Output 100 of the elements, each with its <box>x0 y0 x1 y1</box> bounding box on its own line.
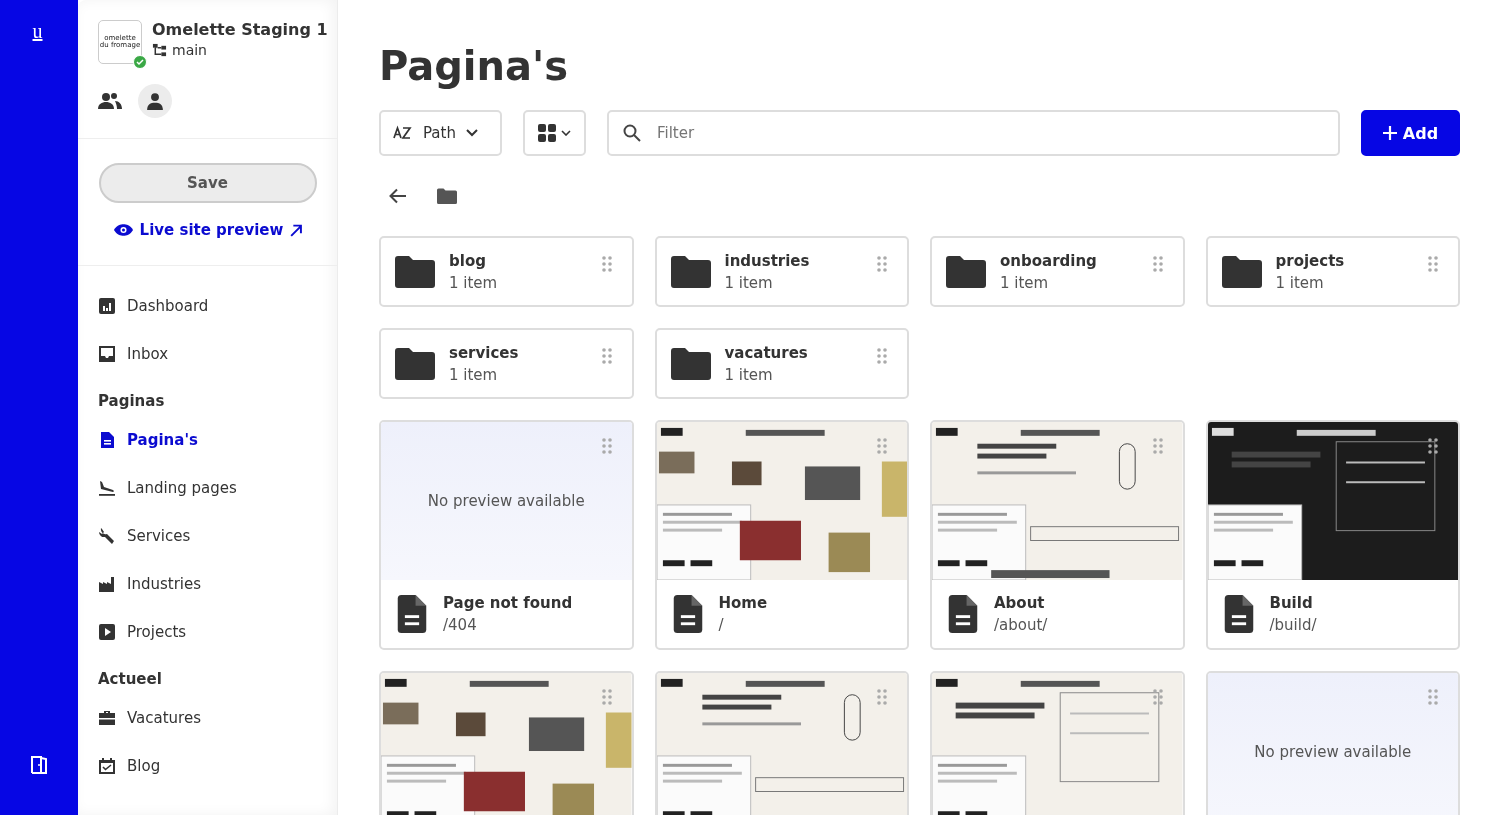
page-path: / <box>718 616 725 634</box>
folder-card[interactable]: vacatures 1 item <box>654 328 909 399</box>
nav-item[interactable]: Services <box>98 512 337 560</box>
folder-card[interactable]: projects 1 item <box>1205 236 1460 307</box>
page-path: /about/ <box>994 616 1048 634</box>
item-count: 1 item <box>449 365 499 384</box>
logo[interactable]: u <box>32 20 43 43</box>
folder-name: projects <box>1275 251 1345 270</box>
drag-handle-icon[interactable] <box>1152 689 1163 705</box>
drag-handle-icon[interactable] <box>1152 256 1163 272</box>
document-icon <box>1223 595 1254 633</box>
nav-icon <box>98 575 116 593</box>
chevron-down-icon <box>465 129 478 137</box>
site-name: Omelette Staging 1 <box>152 20 328 39</box>
nav-icon <box>98 297 116 315</box>
user-button[interactable] <box>138 84 172 118</box>
item-count: 1 item <box>1275 273 1325 292</box>
folder-icon <box>395 255 435 288</box>
nav-item[interactable]: Projects <box>98 608 337 656</box>
nav-icon <box>98 757 116 775</box>
folder-icon <box>946 255 986 288</box>
drag-handle-icon[interactable] <box>1428 438 1438 454</box>
external-link-icon <box>289 223 303 237</box>
back-arrow-icon[interactable] <box>389 188 407 204</box>
live-preview-link[interactable]: Live site preview <box>112 221 303 239</box>
item-count: 1 item <box>724 365 774 384</box>
folder-name: services <box>449 343 519 362</box>
nav-icon <box>98 431 116 449</box>
drag-handle-icon[interactable] <box>601 348 612 364</box>
branch-icon <box>152 42 167 58</box>
door-icon[interactable] <box>31 755 47 775</box>
nav-item[interactable]: Vacatures <box>98 694 337 742</box>
drag-handle-icon[interactable] <box>601 438 612 454</box>
page-title-text: Home <box>718 594 768 612</box>
nav-item[interactable]: Pagina's <box>98 416 337 464</box>
folder-name: blog <box>449 251 487 270</box>
drag-handle-icon[interactable] <box>877 438 887 454</box>
nav-icon <box>98 345 116 363</box>
nav-item[interactable]: Inbox <box>98 330 337 378</box>
folder-icon[interactable] <box>437 188 457 204</box>
folder-card[interactable]: blog 1 item <box>379 236 634 307</box>
folder-card[interactable]: services 1 item <box>379 328 634 399</box>
page-title-text: About <box>994 594 1046 612</box>
plus-icon <box>1382 126 1397 140</box>
folder-name: vacatures <box>724 343 808 362</box>
page-path: /404 <box>443 616 478 634</box>
folder-icon <box>670 255 711 288</box>
filter-field[interactable]: Filter <box>607 110 1340 156</box>
document-icon <box>948 595 978 633</box>
nav-icon <box>98 479 116 497</box>
nav-icon <box>98 709 116 727</box>
drag-handle-icon[interactable] <box>601 256 612 272</box>
branch-name: main <box>172 42 207 58</box>
page-title: Pagina's <box>379 42 570 91</box>
nav-item[interactable]: Blog <box>98 742 337 790</box>
nav-item[interactable]: Landing pages <box>98 464 337 512</box>
drag-handle-icon[interactable] <box>601 689 612 705</box>
nav-icon <box>98 623 116 641</box>
folder-icon <box>395 347 435 380</box>
folder-card[interactable]: industries 1 item <box>654 236 909 307</box>
users-icon[interactable] <box>98 92 122 110</box>
drag-handle-icon[interactable] <box>1428 689 1438 705</box>
drag-handle-icon[interactable] <box>877 348 887 364</box>
page-card[interactable]: About /about/ <box>930 420 1185 650</box>
item-count: 1 item <box>449 273 498 292</box>
sort-dropdown[interactable]: Path <box>379 110 502 156</box>
nav-heading: Actueel <box>98 669 163 690</box>
eye-icon <box>112 223 134 237</box>
no-preview-text: No preview available <box>427 492 585 510</box>
save-button[interactable]: Save <box>98 163 317 203</box>
nav-icon <box>98 527 116 545</box>
drag-handle-icon[interactable] <box>877 256 887 272</box>
folder-icon <box>670 347 711 380</box>
user-icon <box>146 92 164 110</box>
nav-item[interactable]: Industries <box>98 560 337 608</box>
document-icon <box>397 595 427 633</box>
grid-icon <box>538 124 556 142</box>
page-card[interactable]: No preview available Page not found /404 <box>379 420 634 650</box>
drag-handle-icon[interactable] <box>1428 256 1438 272</box>
no-preview-text: No preview available <box>1254 743 1412 761</box>
folder-name: industries <box>724 251 810 270</box>
item-count: 1 item <box>1000 273 1050 292</box>
document-icon <box>672 595 703 633</box>
nav-heading: Paginas <box>98 391 166 412</box>
folder-name: onboarding <box>1000 251 1097 270</box>
drag-handle-icon[interactable] <box>1152 438 1163 454</box>
page-title-text: Page not found <box>443 594 573 612</box>
view-toggle[interactable] <box>523 110 586 156</box>
add-button[interactable]: Add <box>1361 110 1460 156</box>
page-path: /build/ <box>1269 616 1317 634</box>
item-count: 1 item <box>724 273 774 292</box>
page-card[interactable]: No preview available <box>1205 671 1460 815</box>
page-card[interactable]: Build /build/ <box>1205 420 1460 650</box>
chevron-down-icon <box>561 130 571 136</box>
page-card[interactable]: Home / <box>654 420 909 650</box>
drag-handle-icon[interactable] <box>877 689 887 705</box>
page-title-text: Build <box>1269 594 1314 612</box>
nav-item[interactable]: Dashboard <box>98 282 337 330</box>
folder-icon <box>1221 255 1262 288</box>
folder-card[interactable]: onboarding 1 item <box>930 236 1185 307</box>
